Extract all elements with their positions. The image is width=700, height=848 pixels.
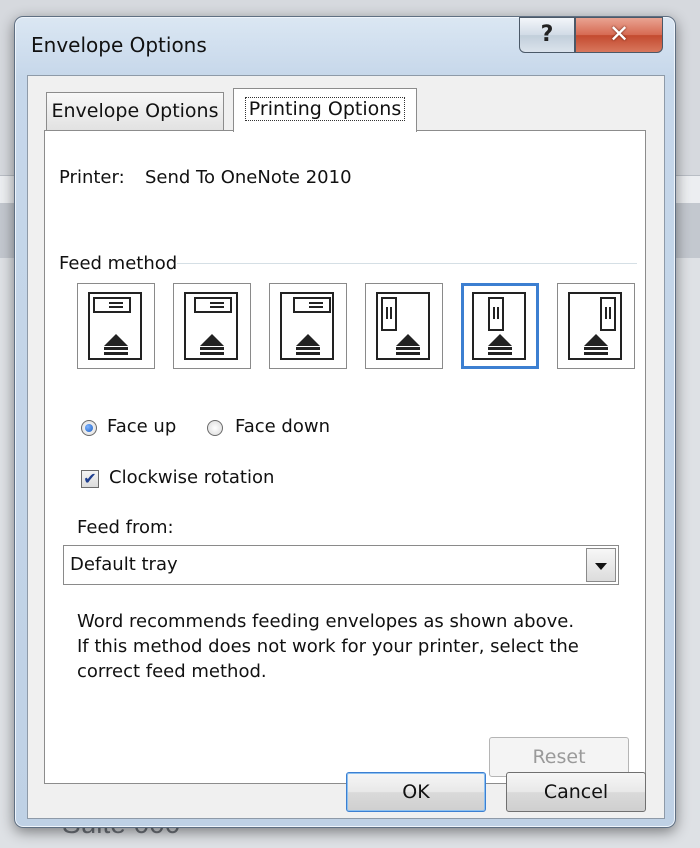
feed-option-3[interactable] — [269, 283, 347, 369]
envelope-horizontal-left-feed-icon — [88, 292, 142, 360]
feed-option-1[interactable] — [77, 283, 155, 369]
feed-option-5[interactable] — [461, 283, 539, 369]
feed-option-6[interactable] — [557, 283, 635, 369]
feed-method-divider — [177, 263, 637, 264]
envelope-horizontal-right-feed-icon — [280, 292, 334, 360]
recommendation-line-1: Word recommends feeding envelopes as sho… — [77, 611, 575, 632]
close-button[interactable]: ✕ — [575, 17, 663, 53]
printer-label: Printer: — [59, 167, 125, 188]
recommendation-line-3: correct feed method. — [77, 661, 267, 682]
tab-printing-options[interactable]: Printing Options — [233, 88, 417, 132]
printer-name: Send To OneNote 2010 — [145, 167, 352, 188]
help-button[interactable]: ? — [519, 17, 575, 53]
reset-button[interactable]: Reset — [489, 737, 629, 777]
envelope-options-dialog: Envelope Options ? ✕ Envelope Options Pr… — [14, 16, 676, 828]
feed-option-2[interactable] — [173, 283, 251, 369]
feed-from-label: Feed from: — [77, 517, 174, 538]
printing-options-panel: Printer: Send To OneNote 2010 Feed metho… — [44, 130, 646, 784]
dialog-client-area: Envelope Options Printing Options Printe… — [27, 75, 665, 819]
feed-from-value: Default tray — [70, 554, 178, 575]
envelope-horizontal-center-feed-icon — [184, 292, 238, 360]
recommendation-line-2: If this method does not work for your pr… — [77, 636, 579, 657]
envelope-vertical-right-feed-icon — [568, 292, 622, 360]
close-icon: ✕ — [608, 20, 630, 48]
feed-option-4[interactable] — [365, 283, 443, 369]
dropdown-arrow-icon[interactable] — [586, 548, 616, 582]
face-down-label[interactable]: Face down — [235, 416, 330, 437]
clockwise-rotation-label[interactable]: Clockwise rotation — [109, 467, 274, 488]
face-down-radio[interactable] — [207, 420, 223, 436]
help-icon: ? — [540, 22, 554, 47]
checkmark-icon: ✔ — [83, 469, 97, 488]
ok-button[interactable]: OK — [346, 772, 486, 812]
tab-envelope-options[interactable]: Envelope Options — [46, 92, 224, 130]
tab-printing-options-label: Printing Options — [244, 97, 406, 121]
cancel-button[interactable]: Cancel — [506, 772, 646, 812]
feed-method-label: Feed method — [59, 253, 178, 274]
envelope-vertical-left-feed-icon — [376, 292, 430, 360]
face-up-radio[interactable] — [81, 420, 97, 436]
dialog-title: Envelope Options — [31, 33, 207, 57]
clockwise-rotation-checkbox[interactable]: ✔ — [81, 470, 99, 488]
envelope-vertical-center-feed-icon — [472, 292, 526, 360]
feed-from-select[interactable]: Default tray — [63, 545, 619, 585]
face-up-label[interactable]: Face up — [107, 416, 176, 437]
